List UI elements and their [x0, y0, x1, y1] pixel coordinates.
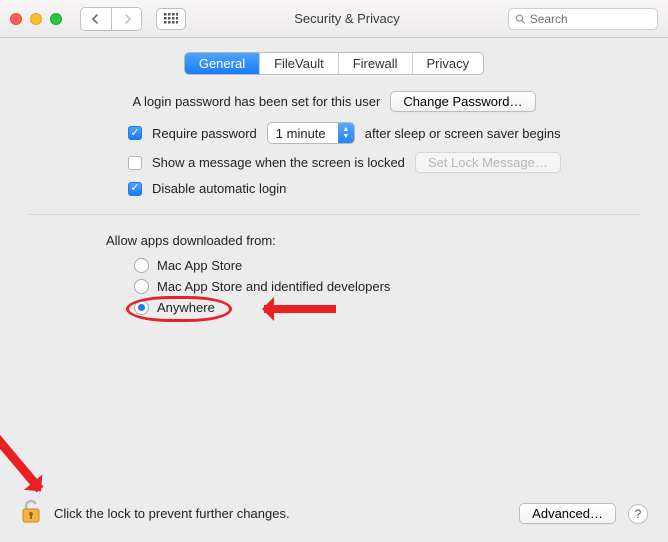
section-divider: [28, 214, 640, 215]
preferences-window: Security & Privacy General FileVault Fir…: [0, 0, 668, 542]
gatekeeper-section: Allow apps downloaded from: Mac App Stor…: [106, 233, 640, 315]
annotation-arrow-anywhere: [264, 305, 336, 313]
require-password-checkbox[interactable]: [128, 126, 142, 140]
tab-firewall-label: Firewall: [353, 56, 398, 71]
content: A login password has been set for this u…: [0, 83, 668, 321]
back-button[interactable]: [81, 8, 111, 30]
show-all-button[interactable]: [156, 8, 186, 30]
disable-autologin-label: Disable automatic login: [152, 181, 286, 196]
radio-identified-developers[interactable]: [134, 279, 149, 294]
chevron-up-down-icon: ▲▼: [338, 123, 354, 143]
show-message-row: Show a message when the screen is locked…: [128, 152, 640, 173]
show-message-label: Show a message when the screen is locked: [152, 155, 405, 170]
lock-icon[interactable]: [20, 499, 42, 528]
disable-autologin-checkbox[interactable]: [128, 182, 142, 196]
require-password-label: Require password: [152, 126, 257, 141]
password-delay-select[interactable]: 1 minute ▲▼: [267, 122, 355, 144]
password-options: Require password 1 minute ▲▼ after sleep…: [128, 122, 640, 196]
search-icon: [515, 13, 526, 25]
footer: Click the lock to prevent further change…: [0, 499, 668, 542]
annotation-arrow-lock: [0, 433, 43, 492]
advanced-button[interactable]: Advanced…: [519, 503, 616, 524]
tab-general[interactable]: General: [185, 53, 259, 74]
annotation-circle: [126, 296, 232, 322]
tab-filevault[interactable]: FileVault: [259, 53, 338, 74]
help-button[interactable]: ?: [628, 504, 648, 524]
radio-mac-app-store-label: Mac App Store: [157, 258, 242, 273]
set-lock-message-button[interactable]: Set Lock Message…: [415, 152, 561, 173]
forward-button[interactable]: [111, 8, 141, 30]
tab-filevault-label: FileVault: [274, 56, 324, 71]
after-sleep-text: after sleep or screen saver begins: [365, 126, 561, 141]
gatekeeper-option-mas: Mac App Store: [134, 258, 640, 273]
show-message-checkbox[interactable]: [128, 156, 142, 170]
search-field[interactable]: [508, 8, 658, 30]
minimize-icon[interactable]: [30, 13, 42, 25]
search-input[interactable]: [530, 12, 651, 26]
tab-firewall[interactable]: Firewall: [338, 53, 412, 74]
zoom-icon[interactable]: [50, 13, 62, 25]
tab-privacy-label: Privacy: [427, 56, 470, 71]
password-delay-value: 1 minute: [268, 123, 338, 143]
radio-mac-app-store[interactable]: [134, 258, 149, 273]
tab-general-label: General: [199, 56, 245, 71]
grid-icon: [164, 13, 178, 25]
gatekeeper-title: Allow apps downloaded from:: [106, 233, 640, 248]
change-password-button[interactable]: Change Password…: [390, 91, 535, 112]
disable-autologin-row: Disable automatic login: [128, 181, 640, 196]
window-title: Security & Privacy: [194, 11, 500, 26]
tab-privacy[interactable]: Privacy: [412, 53, 484, 74]
radio-identified-developers-label: Mac App Store and identified developers: [157, 279, 390, 294]
titlebar: Security & Privacy: [0, 0, 668, 38]
window-controls: [10, 13, 62, 25]
tab-row: General FileVault Firewall Privacy: [0, 38, 668, 83]
tab-segmented: General FileVault Firewall Privacy: [184, 52, 484, 75]
close-icon[interactable]: [10, 13, 22, 25]
password-intro-text: A login password has been set for this u…: [132, 94, 380, 109]
password-intro-row: A login password has been set for this u…: [28, 91, 640, 112]
gatekeeper-option-identified: Mac App Store and identified developers: [134, 279, 640, 294]
nav-back-forward: [80, 7, 142, 31]
gatekeeper-option-anywhere: Anywhere: [134, 300, 640, 315]
require-password-row: Require password 1 minute ▲▼ after sleep…: [128, 122, 640, 144]
lock-text: Click the lock to prevent further change…: [54, 506, 290, 521]
